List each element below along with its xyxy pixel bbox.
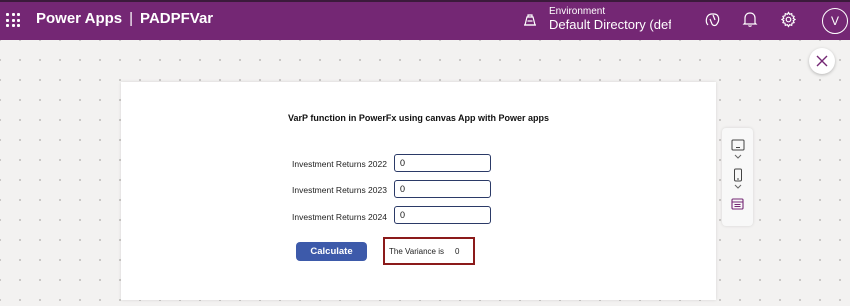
app-name[interactable]: Power Apps: [36, 10, 122, 27]
app-title: Power Apps | PADPFVar: [36, 10, 213, 27]
copilot-icon[interactable]: [704, 11, 721, 33]
result-label: The Variance is: [389, 247, 444, 256]
investment-2023-input[interactable]: [394, 180, 491, 198]
web-layout-icon[interactable]: [722, 198, 753, 210]
field-label-2024: Investment Returns 2024: [292, 212, 387, 222]
environment-label: Environment: [549, 6, 606, 17]
phone-icon[interactable]: [722, 168, 753, 182]
close-button[interactable]: [809, 48, 835, 74]
field-label-2023: Investment Returns 2023: [292, 185, 387, 195]
calculate-button[interactable]: Calculate: [296, 242, 367, 261]
environment-icon[interactable]: [522, 12, 538, 33]
app-canvas: VarP function in PowerFx using canvas Ap…: [121, 82, 716, 300]
chevron-down-icon[interactable]: [722, 184, 753, 189]
environment-selector[interactable]: Default Directory (defa...: [549, 17, 671, 32]
result-box: The Variance is 0: [383, 237, 475, 265]
field-label-2022: Investment Returns 2022: [292, 159, 387, 169]
investment-2024-input[interactable]: [394, 206, 491, 224]
result-value: 0: [455, 247, 460, 256]
investment-2022-input[interactable]: [394, 154, 491, 172]
page-title: VarP function in PowerFx using canvas Ap…: [287, 113, 550, 123]
title-separator: |: [129, 10, 134, 27]
tablet-icon[interactable]: [722, 139, 753, 151]
avatar[interactable]: V: [822, 8, 848, 34]
layout-panel: [722, 128, 753, 226]
avatar-initial: V: [830, 14, 839, 28]
gear-icon[interactable]: [780, 11, 797, 33]
app-document-title: PADPFVar: [140, 10, 214, 27]
close-icon: [816, 55, 828, 67]
bell-icon[interactable]: [742, 11, 758, 33]
chevron-down-icon[interactable]: [722, 154, 753, 159]
waffle-icon[interactable]: [6, 13, 20, 27]
top-bar: Power Apps | PADPFVar Environment Default …: [0, 0, 850, 40]
